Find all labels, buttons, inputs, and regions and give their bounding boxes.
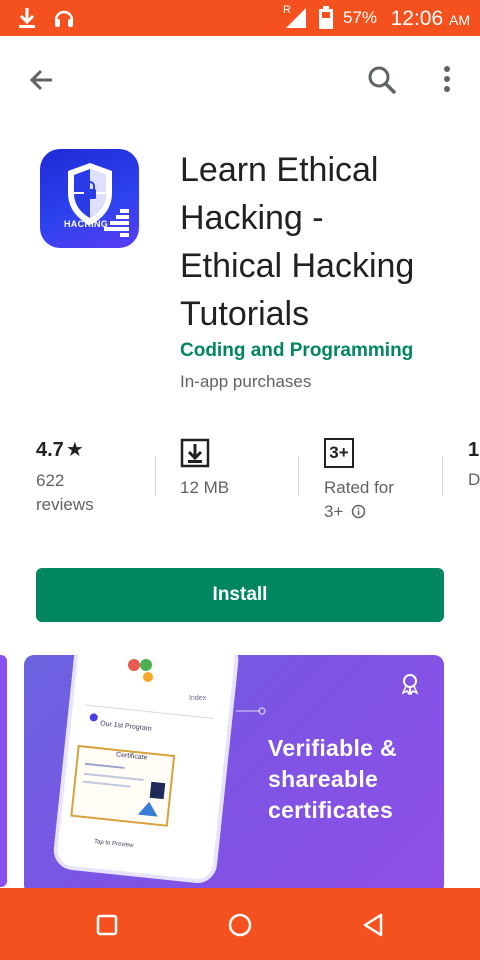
downloads-stat-partial: 1( D <box>468 438 480 492</box>
app-title-line: Ethical Hacking <box>180 247 415 285</box>
headset-icon <box>54 10 74 27</box>
more-options-icon[interactable] <box>430 60 464 100</box>
in-app-purchases-label: In-app purchases <box>180 372 312 391</box>
clock-time: 12:06 <box>390 7 444 30</box>
stat-divider <box>442 456 443 496</box>
back-arrow-icon[interactable] <box>22 60 62 100</box>
stat-divider <box>298 456 299 496</box>
install-button[interactable]: Install <box>36 568 444 622</box>
rated-for-label: Rated for <box>324 478 394 497</box>
app-title-line: Hacking - <box>180 199 324 237</box>
size-stat: 12 MB <box>180 438 229 500</box>
app-icon: HACKING <box>40 149 139 248</box>
developer-link[interactable]: Coding and Programming <box>180 340 413 362</box>
award-icon <box>401 674 419 695</box>
downloads-label-partial: D <box>468 470 480 489</box>
back-button-icon[interactable] <box>358 910 388 940</box>
app-title-line: Tutorials <box>180 295 310 333</box>
caption-line: shareable <box>268 766 379 792</box>
app-title: Learn Ethical Hacking - Ethical Hacking … <box>180 146 470 338</box>
signal-icon <box>286 8 306 28</box>
downloads-value-partial: 1( <box>468 439 480 461</box>
screenshot-caption: Verifiable & shareable certificates <box>268 733 397 826</box>
content-rating-badge-text: 3+ <box>329 443 349 462</box>
mock-index-label: Index <box>189 695 207 702</box>
caption-line: Verifiable & <box>268 735 397 761</box>
top-app-bar <box>0 36 480 120</box>
size-value: 12 MB <box>180 478 230 497</box>
download-icon <box>19 8 35 28</box>
screenshot-card[interactable]: Index Our 1st Program Certificate Tap to… <box>24 655 444 895</box>
screenshot-previous[interactable] <box>0 655 7 887</box>
download-size-icon <box>180 438 210 468</box>
star-icon: ★ <box>65 439 84 461</box>
info-icon[interactable] <box>351 504 366 519</box>
app-icon-text: HACKING <box>64 219 109 229</box>
status-bar: R 57% 12:06 AM <box>0 0 480 36</box>
shield-lock-icon <box>68 163 129 237</box>
clock-ampm: AM <box>449 12 470 28</box>
battery-percent: 57% <box>343 8 378 27</box>
battery-icon <box>319 6 333 29</box>
app-title-line: Learn Ethical <box>180 151 379 189</box>
home-button-icon[interactable] <box>225 910 255 940</box>
navigation-bar <box>0 888 480 960</box>
stat-divider <box>155 456 156 496</box>
content-rating-stat[interactable]: 3+ Rated for 3+ <box>324 438 394 524</box>
clock: 12:06 AM <box>391 7 470 31</box>
rating-stat[interactable]: 4.7 ★ 622 reviews <box>36 438 94 517</box>
search-icon[interactable] <box>362 60 402 100</box>
caption-line: certificates <box>268 797 394 823</box>
reviews-label: reviews <box>36 495 94 514</box>
content-rating-badge: 3+ <box>324 438 354 468</box>
recents-button-icon[interactable] <box>92 910 122 940</box>
rated-value: 3+ <box>324 502 344 521</box>
reviews-count: 622 <box>36 471 65 490</box>
rating-value: 4.7 <box>36 439 64 461</box>
